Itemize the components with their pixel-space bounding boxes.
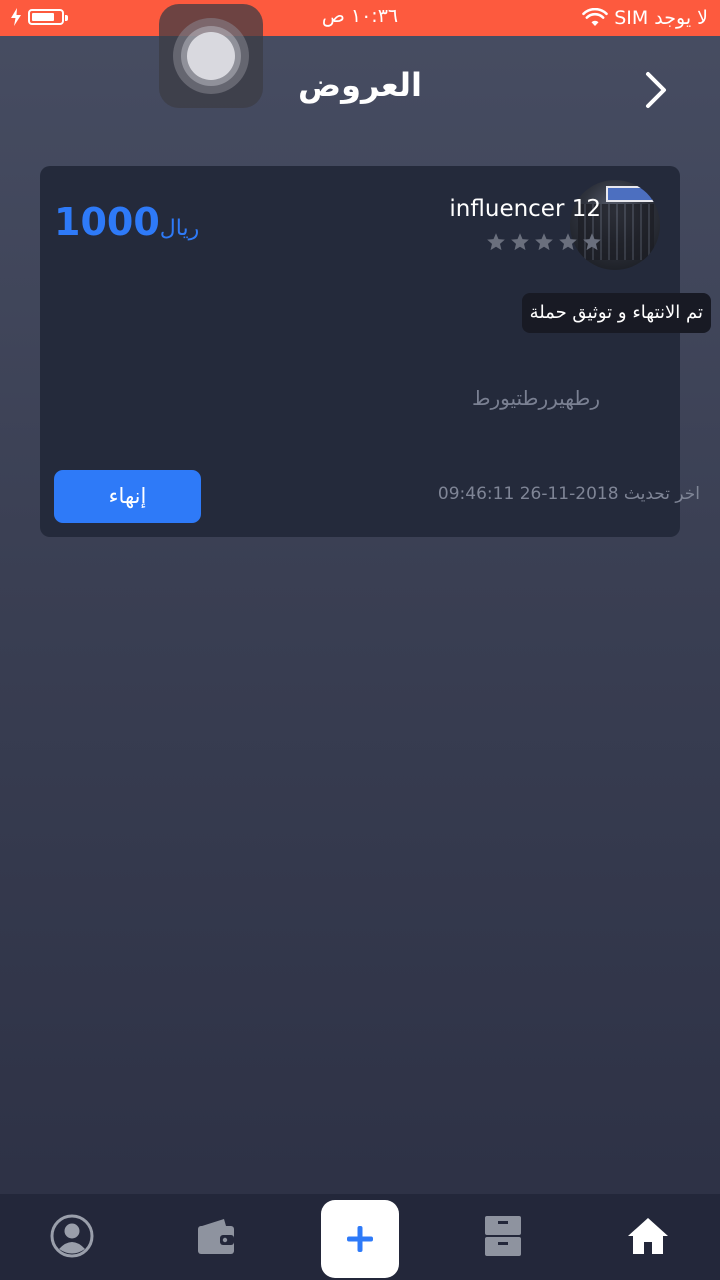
star-icon — [535, 233, 553, 251]
price-amount: 1000 — [54, 200, 160, 244]
status-bar: لا يوجد SIM ١٠:٣٦ ص — [0, 0, 720, 36]
home-icon — [628, 1218, 668, 1254]
tab-home[interactable] — [620, 1208, 676, 1264]
tab-wallet[interactable] — [188, 1208, 244, 1264]
tab-archive[interactable] — [475, 1208, 531, 1264]
page-title: العروض — [298, 66, 422, 104]
archive-icon — [485, 1216, 521, 1256]
offer-price: 1000 ريال — [54, 200, 199, 244]
price-currency: ريال — [159, 216, 200, 241]
battery-icon — [28, 9, 68, 25]
last-updated: اخر تحديث 2018-11-26 09:46:11 — [437, 484, 700, 504]
laptop-screen-photo — [606, 186, 654, 202]
back-chevron-icon[interactable] — [634, 70, 674, 110]
influencer-name[interactable]: influencer 12 — [449, 196, 601, 222]
plus-icon — [347, 1226, 373, 1252]
add-button[interactable] — [321, 1200, 399, 1278]
star-icon — [511, 233, 529, 251]
charging-bolt-icon — [11, 8, 21, 26]
rating-stars — [486, 232, 602, 252]
offer-description: رطهيررطتيورط — [472, 386, 600, 410]
status-badge: تم الانتهاء و توثيق حملة — [521, 293, 711, 333]
profile-icon — [50, 1214, 94, 1258]
wallet-icon — [198, 1219, 234, 1254]
clock: ١٠:٣٦ ص — [321, 5, 399, 27]
finish-button[interactable]: إنهاء — [54, 470, 201, 523]
battery-level — [32, 13, 54, 21]
avatar — [570, 180, 660, 270]
battery-group — [10, 8, 68, 26]
tab-profile[interactable] — [44, 1208, 100, 1264]
star-icon — [487, 233, 505, 251]
star-icon — [559, 233, 577, 251]
star-icon — [583, 233, 601, 251]
